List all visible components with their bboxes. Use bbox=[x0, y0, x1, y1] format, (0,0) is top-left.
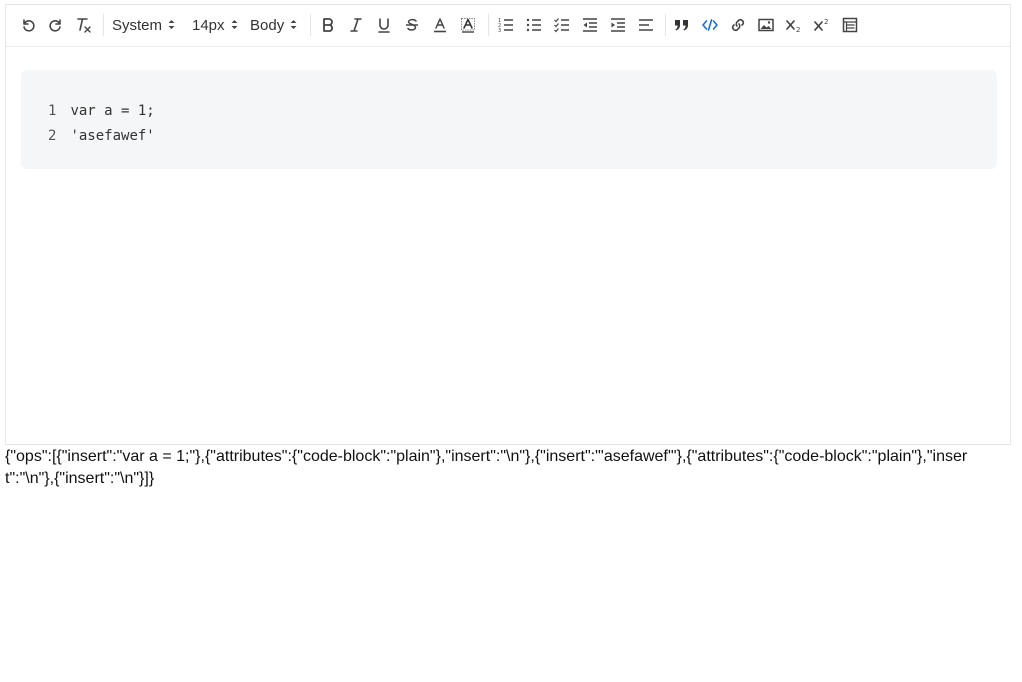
editor-content[interactable]: 1 var a = 1; 2 'asefawef' bbox=[6, 46, 1010, 444]
code-line[interactable]: 1 var a = 1; bbox=[48, 101, 155, 121]
link-icon[interactable] bbox=[726, 13, 750, 37]
blockquote-icon[interactable] bbox=[670, 13, 694, 37]
undo-icon[interactable] bbox=[16, 13, 40, 37]
editor-toolbar: System 14px Body 1 2 3 2 2 bbox=[6, 5, 1010, 47]
toolbar-divider bbox=[665, 14, 666, 36]
svg-text:3: 3 bbox=[498, 28, 501, 33]
line-number: 2 bbox=[48, 128, 57, 144]
ordered-list-icon[interactable]: 123 bbox=[494, 13, 518, 37]
font-family-value: System bbox=[112, 16, 163, 34]
font-size-value: 14px bbox=[192, 16, 225, 34]
heading-select[interactable]: Body bbox=[250, 13, 297, 37]
code-block-icon[interactable] bbox=[698, 13, 722, 37]
select-arrows-icon bbox=[231, 17, 238, 34]
select-arrows-icon bbox=[168, 17, 175, 34]
bold-icon[interactable] bbox=[316, 13, 340, 37]
code-text[interactable]: var a = 1; bbox=[70, 103, 154, 119]
select-arrows-icon bbox=[290, 17, 297, 34]
text-color-icon[interactable] bbox=[428, 13, 452, 37]
rich-text-editor: System 14px Body 1 2 3 2 2 1 var a = 1; … bbox=[5, 4, 1011, 445]
delta-output: {"ops":[{"insert":"var a = 1;"},{"attrib… bbox=[5, 448, 968, 487]
strikethrough-icon[interactable] bbox=[400, 13, 424, 37]
bullet-list-icon[interactable] bbox=[522, 13, 546, 37]
code-text[interactable]: 'asefawef' bbox=[70, 128, 154, 144]
svg-text:2: 2 bbox=[796, 26, 800, 33]
table-icon[interactable] bbox=[838, 13, 862, 37]
clear-format-icon[interactable] bbox=[72, 13, 96, 37]
line-number: 1 bbox=[48, 103, 57, 119]
subscript-icon[interactable]: 2 bbox=[782, 13, 806, 37]
toolbar-divider bbox=[488, 14, 489, 36]
underline-icon[interactable] bbox=[372, 13, 396, 37]
outdent-icon[interactable] bbox=[578, 13, 602, 37]
code-block[interactable]: 1 var a = 1; 2 'asefawef' bbox=[21, 70, 997, 169]
redo-icon[interactable] bbox=[44, 13, 68, 37]
font-family-select[interactable]: System bbox=[112, 13, 175, 37]
image-icon[interactable] bbox=[754, 13, 778, 37]
align-left-icon[interactable] bbox=[634, 13, 658, 37]
font-size-select[interactable]: 14px bbox=[192, 13, 238, 37]
check-list-icon[interactable] bbox=[550, 13, 574, 37]
svg-text:2: 2 bbox=[824, 18, 828, 26]
indent-icon[interactable] bbox=[606, 13, 630, 37]
superscript-icon[interactable]: 2 bbox=[810, 13, 834, 37]
italic-icon[interactable] bbox=[344, 13, 368, 37]
toolbar-divider bbox=[103, 14, 104, 36]
heading-value: Body bbox=[250, 16, 285, 34]
code-line[interactable]: 2 'asefawef' bbox=[48, 126, 155, 146]
background-color-icon[interactable] bbox=[456, 13, 480, 37]
toolbar-divider bbox=[310, 14, 311, 36]
